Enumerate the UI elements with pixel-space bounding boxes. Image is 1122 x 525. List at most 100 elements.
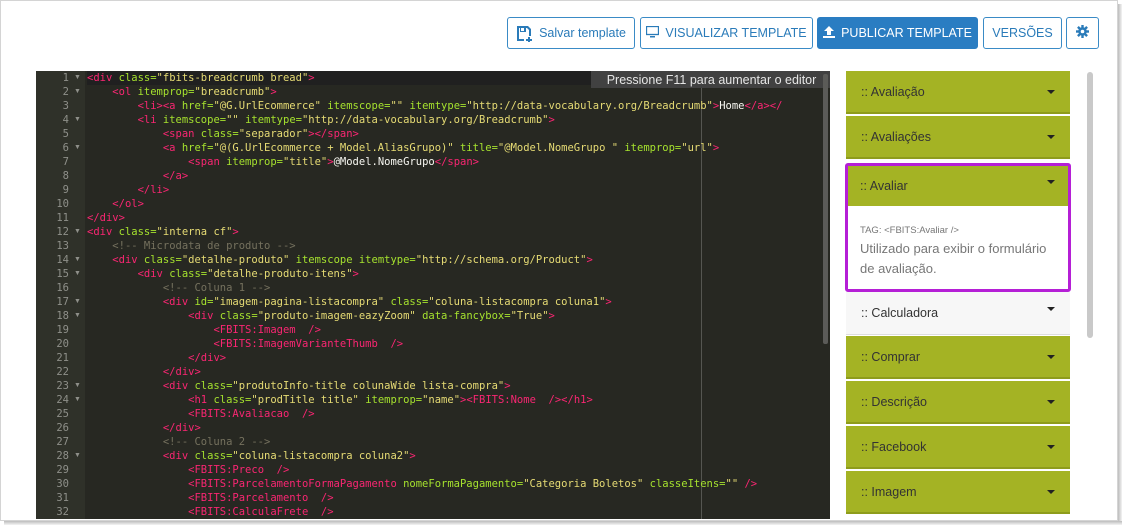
code-token: <FBITS:ImagemVarianteThumb (213, 338, 391, 350)
code-token: "http://data-vocabulary.org/Breadcrumb" (301, 114, 549, 126)
line-number: 32 (56, 506, 69, 518)
code-token: href= (181, 100, 214, 112)
save-icon (516, 25, 533, 43)
code-token: </div> (162, 366, 201, 378)
code-token: "prodTitle title" (251, 394, 366, 406)
code-line: </div> (87, 211, 125, 225)
fold-toggle-icon[interactable]: ▼ (74, 449, 81, 463)
code-token: "produto-imagem-eazyZoom" (257, 310, 423, 322)
code-token: <FBITS:Parcelamento (188, 492, 321, 504)
panel-imagem[interactable]: :: Imagem (846, 471, 1070, 514)
code-token: class= (194, 450, 233, 462)
code-token: itemprop= (137, 86, 195, 98)
code-token: <a (162, 142, 182, 154)
code-token: class= (194, 380, 233, 392)
code-token: "@Model.NomeGrupo " (497, 142, 625, 154)
line-number: 17 (56, 296, 69, 308)
code-token: class= (118, 72, 157, 84)
fold-toggle-icon[interactable]: ▼ (74, 295, 81, 309)
fold-toggle-icon[interactable]: ▼ (74, 253, 81, 267)
code-line: <span itemprop="title">@Model.NomeGrupo<… (87, 155, 479, 169)
code-token: itemprop= (226, 156, 283, 168)
code-line: <li><a href="@G.UrlEcommerce" itemscope=… (87, 99, 783, 113)
code-token: "breadcrumb" (194, 86, 271, 98)
panel-comprar[interactable]: :: Comprar (846, 336, 1070, 379)
code-line: </div> (87, 351, 226, 365)
code-line: <FBITS:Parcelamento /> (87, 491, 334, 505)
fold-toggle-icon[interactable]: ▼ (74, 225, 81, 239)
view-template-label: VISUALIZAR TEMPLATE (665, 26, 807, 40)
code-token: nomeFormaPagamento= (403, 478, 524, 490)
panel-title: :: Avaliar (860, 179, 908, 193)
panel-avaliacao[interactable]: :: Avaliação (846, 71, 1070, 114)
monitor-icon (646, 25, 660, 41)
code-line: <FBITS:ImagemVarianteThumb /> (87, 337, 403, 351)
editor-scrollbar[interactable] (823, 74, 828, 344)
code-line: <ol itemprop="breadcrumb"> (87, 85, 277, 99)
code-token: Home (719, 100, 745, 112)
code-line: </li> (87, 183, 170, 197)
line-number: 10 (56, 198, 69, 210)
line-number: 14 (56, 254, 69, 266)
code-token: itemprop= (624, 142, 682, 154)
fold-toggle-icon[interactable]: ▼ (74, 141, 81, 155)
code-token: <span (162, 128, 201, 140)
view-template-button[interactable]: VISUALIZAR TEMPLATE (640, 17, 813, 49)
code-token: /> (744, 478, 758, 490)
code-token: "produtoInfo-title colunaWide lista-comp… (232, 380, 505, 392)
code-editor[interactable]: 1 ▼ 2 ▼ 3 4 ▼ 5 6 ▼ 7 8 9 10 11 12 ▼ 13 14 ▼ 15 ▼ 16 17 ▼ 18 ▼ 19 20… (36, 71, 830, 519)
caret-down-icon (1047, 490, 1055, 494)
code-token: <div (87, 226, 119, 238)
versions-button[interactable]: VERSÕES (983, 17, 1062, 49)
code-token: </div> (87, 212, 125, 224)
code-line: <div class="interna cf"> (87, 225, 239, 239)
panel-avaliar-header[interactable]: :: Avaliar (848, 166, 1068, 206)
code-token: itemprop= (365, 394, 423, 406)
code-line: <div class="produto-imagem-eazyZoom" dat… (87, 309, 555, 323)
sidebar-scrollbar[interactable] (1087, 72, 1093, 338)
settings-button[interactable] (1066, 17, 1099, 49)
line-number: 9 (62, 184, 69, 196)
code-token: <FBITS:Avaliacao (188, 408, 302, 420)
save-template-button[interactable]: Salvar template (507, 17, 635, 49)
code-line: </div> (87, 421, 201, 435)
code-line: <a href="@(G.UrlEcommerce + Model.AliasG… (87, 141, 719, 155)
code-token: <div (188, 310, 220, 322)
panel-calculadora[interactable]: :: Calculadora (846, 292, 1070, 335)
fold-toggle-icon[interactable]: ▼ (74, 393, 81, 407)
fold-toggle-icon[interactable]: ▼ (74, 267, 81, 281)
line-number: 29 (56, 464, 69, 476)
code-line: </div> (87, 365, 201, 379)
panel-descricao[interactable]: :: Descrição (846, 381, 1070, 424)
panel-avaliar-expanded[interactable]: :: Avaliar TAG: <FBITS:Avaliar /> Utiliz… (845, 163, 1071, 292)
panel-facebook[interactable]: :: Facebook (846, 426, 1070, 469)
code-token: /> (320, 492, 334, 504)
code-area[interactable]: <div class="fbits-breadcrumb bread"> <ol… (87, 71, 820, 519)
code-token: <!-- Coluna 2 --> (162, 436, 271, 448)
code-token: itemtype= (409, 100, 467, 112)
line-number: 1 (62, 72, 69, 84)
line-number: 15 (56, 268, 69, 280)
fold-toggle-icon[interactable]: ▼ (74, 113, 81, 127)
code-token: "@G.UrlEcommerce" (213, 100, 328, 112)
code-token: @Model.NomeGrupo (333, 156, 435, 168)
panel-avaliacoes[interactable]: :: Avaliações (846, 116, 1070, 159)
publish-template-button[interactable]: PUBLICAR TEMPLATE (817, 17, 978, 49)
code-line: <h1 class="prodTitle title" itemprop="na… (87, 393, 593, 407)
line-number: 13 (56, 240, 69, 252)
save-template-label: Salvar template (539, 26, 626, 40)
code-token: class= (219, 310, 258, 322)
fold-toggle-icon[interactable]: ▼ (74, 379, 81, 393)
fold-toggle-icon[interactable]: ▼ (74, 71, 81, 85)
fold-toggle-icon[interactable]: ▼ (74, 309, 81, 323)
code-token: </a> (162, 170, 189, 182)
code-token: "title" (283, 156, 328, 168)
code-token: <h1 (188, 394, 214, 406)
print-margin (701, 71, 702, 519)
fold-toggle-icon[interactable]: ▼ (74, 85, 81, 99)
code-token: > (270, 86, 277, 98)
